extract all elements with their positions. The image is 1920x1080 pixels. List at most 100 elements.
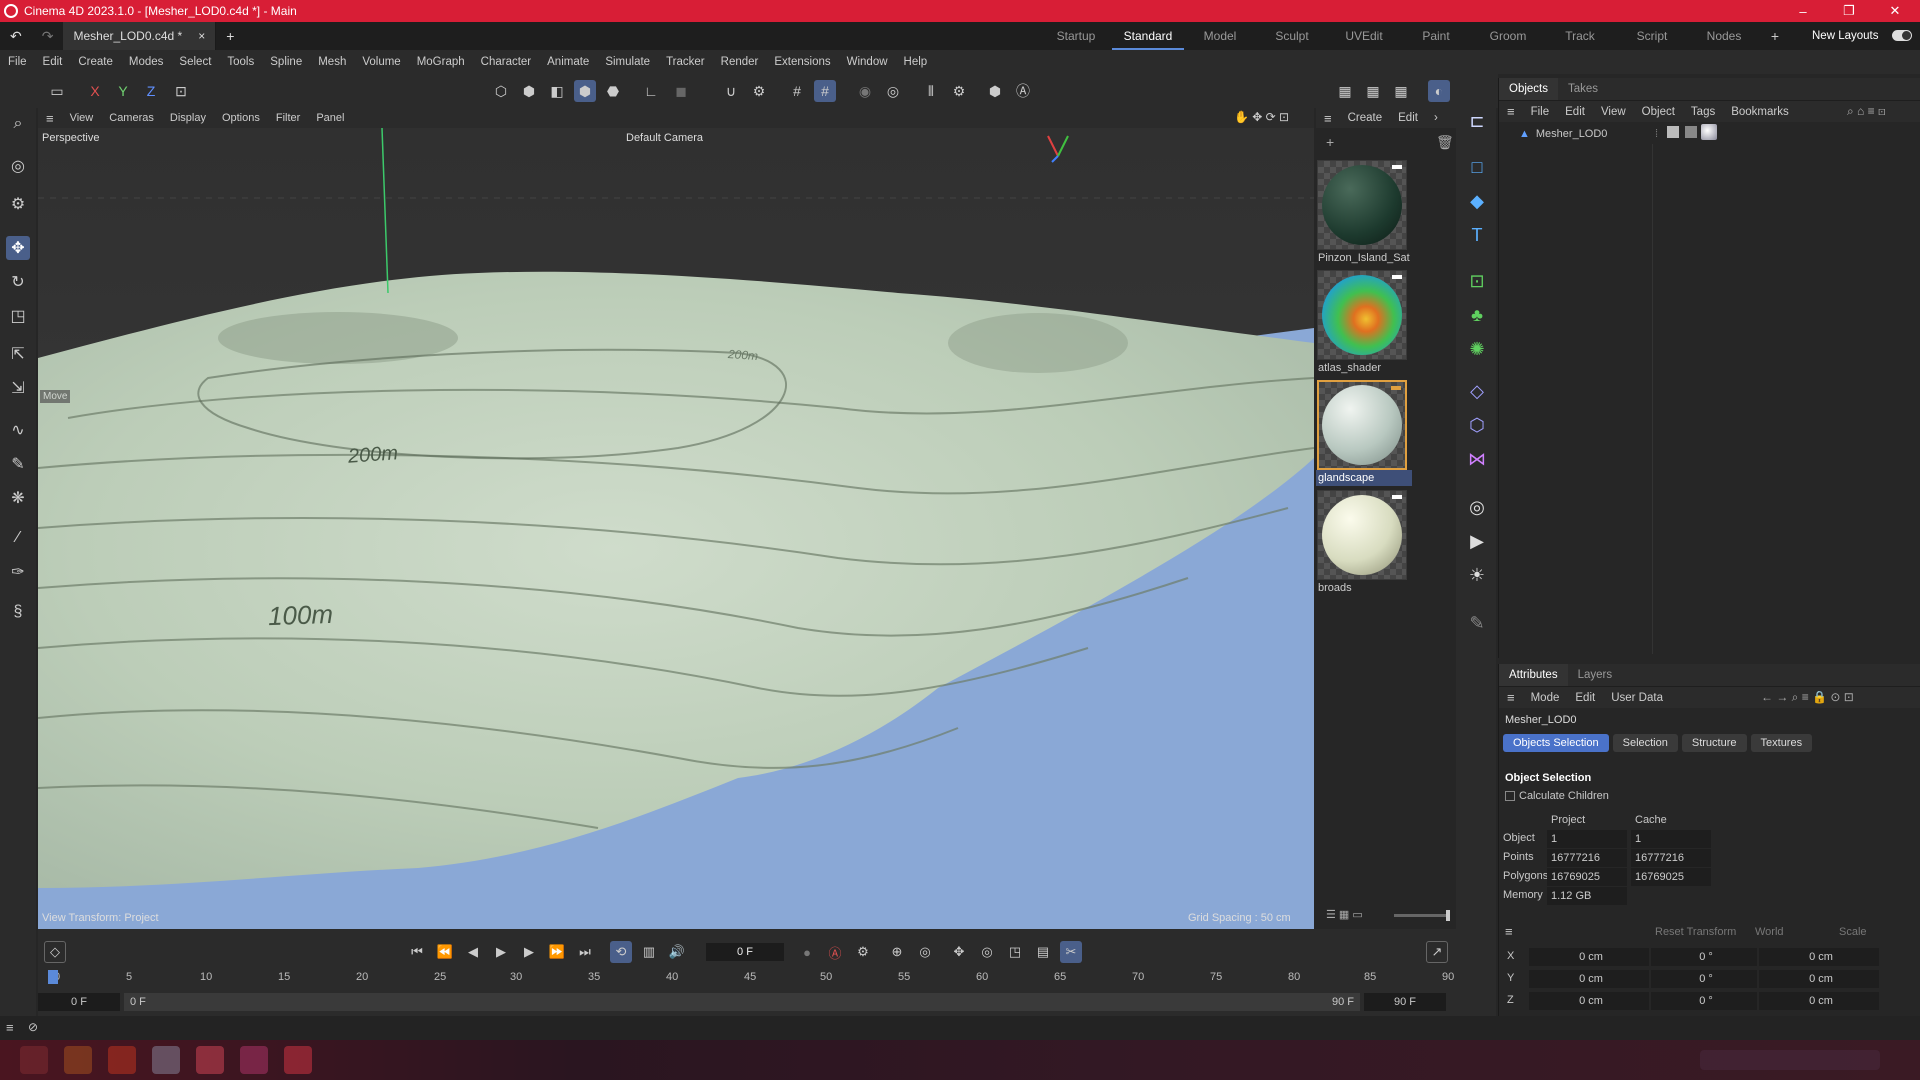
sound-icon[interactable]: 🔊: [666, 941, 688, 963]
attributes-menu-edit[interactable]: Edit: [1567, 692, 1603, 704]
objects-menu-bookmarks[interactable]: Bookmarks: [1723, 106, 1797, 118]
calculate-children-row[interactable]: Calculate Children: [1505, 790, 1609, 802]
tab-objects[interactable]: Objects: [1499, 78, 1558, 100]
coord-x-position[interactable]: 0 cm: [1529, 948, 1649, 966]
menu-simulate[interactable]: Simulate: [597, 56, 658, 68]
material-size-slider[interactable]: [1394, 910, 1450, 921]
selection-settings-icon[interactable]: ⚙: [6, 192, 30, 216]
snap-tool-icon[interactable]: ⇲: [6, 376, 30, 400]
layout-tab-uvedit[interactable]: UVEdit: [1328, 22, 1400, 50]
subtab-structure[interactable]: Structure: [1681, 734, 1747, 752]
autokey-icon[interactable]: Ⓐ: [824, 941, 846, 963]
live-selection-icon[interactable]: ◎: [6, 154, 30, 178]
viewport-nav-icons[interactable]: ✋ ✥ ⟳ ⊡: [1234, 110, 1289, 124]
polygons-mode-icon[interactable]: ◧: [546, 80, 568, 102]
search-icon[interactable]: ⌕: [6, 112, 30, 136]
record-icon[interactable]: ●: [796, 941, 818, 963]
coordinate-space-select[interactable]: World: [1755, 926, 1784, 938]
workplane-grid-icon[interactable]: #: [814, 80, 836, 102]
render-view-icon[interactable]: ▦: [1334, 80, 1356, 102]
edit-render-settings-icon[interactable]: ▦: [1390, 80, 1412, 102]
menu-modes[interactable]: Modes: [121, 56, 172, 68]
axis-mode-icon[interactable]: ∟: [640, 80, 662, 102]
cloner-icon-green[interactable]: ♣: [1464, 302, 1490, 328]
menu-render[interactable]: Render: [713, 56, 767, 68]
menu-character[interactable]: Character: [473, 56, 540, 68]
tab-layers[interactable]: Layers: [1568, 664, 1623, 686]
magnet-icon[interactable]: ∪: [720, 80, 742, 102]
objects-menu-file[interactable]: File: [1523, 106, 1558, 118]
material-hamburger-icon[interactable]: ≡: [1316, 111, 1340, 126]
menu-edit[interactable]: Edit: [35, 56, 71, 68]
taskbar-app-icon[interactable]: [152, 1046, 180, 1074]
cube-icon[interactable]: ◆: [1464, 188, 1490, 214]
next-frame-icon[interactable]: ▶: [518, 941, 540, 963]
model-mode-icon[interactable]: ⬢: [574, 80, 596, 102]
taskbar-app-icon[interactable]: [284, 1046, 312, 1074]
viewport-menu-panel[interactable]: Panel: [308, 112, 352, 124]
new-tab-button[interactable]: +: [216, 22, 244, 50]
play-icon[interactable]: ▶: [490, 941, 512, 963]
scale-mode-select[interactable]: Scale: [1839, 926, 1867, 938]
taskbar-app-icon[interactable]: [240, 1046, 268, 1074]
y-axis-button[interactable]: Y: [112, 80, 134, 102]
taskbar-tray[interactable]: [1700, 1050, 1880, 1070]
menu-tools[interactable]: Tools: [219, 56, 262, 68]
add-material-icon[interactable]: +: [1326, 134, 1334, 150]
solo-icon[interactable]: ◼: [670, 80, 692, 102]
current-frame-field[interactable]: 0 F: [706, 943, 784, 961]
subtab-textures[interactable]: Textures: [1750, 734, 1813, 752]
keyframe-icon[interactable]: ◇: [44, 941, 66, 963]
material-tag-icon[interactable]: [1701, 124, 1717, 140]
menu-tracker[interactable]: Tracker: [658, 56, 713, 68]
taskbar-app-icon[interactable]: [64, 1046, 92, 1074]
record-position-icon[interactable]: ⊕: [886, 941, 908, 963]
effector-icon[interactable]: ✺: [1464, 336, 1490, 362]
points-mode-icon[interactable]: ⬡: [490, 80, 512, 102]
delete-material-icon[interactable]: 🗑: [1436, 134, 1454, 151]
objects-menu-tags[interactable]: Tags: [1683, 106, 1723, 118]
spline-rectangle-icon[interactable]: □: [1464, 154, 1490, 180]
clapper-icon[interactable]: ▭: [46, 80, 68, 102]
material-menu-more-icon[interactable]: ›: [1426, 112, 1446, 124]
interpolation-icon[interactable]: ✂: [1060, 941, 1082, 963]
status-menu-icon[interactable]: ≡: [6, 1020, 14, 1035]
generator-icon[interactable]: ⊡: [1464, 268, 1490, 294]
menu-mesh[interactable]: Mesh: [310, 56, 354, 68]
uv-mode-icon[interactable]: ⬣: [602, 80, 624, 102]
record-rotation-icon[interactable]: ◎: [914, 941, 936, 963]
end-frame-field[interactable]: 90 F: [1364, 993, 1446, 1011]
edges-mode-icon[interactable]: ⬢: [518, 80, 540, 102]
viewport-hamburger-icon[interactable]: ≡: [38, 111, 62, 126]
deformer-icon[interactable]: ◇: [1464, 378, 1490, 404]
tab-attributes[interactable]: Attributes: [1499, 664, 1568, 686]
preview-range-bar[interactable]: 0 F 90 F: [124, 993, 1360, 1011]
point-level-icon[interactable]: ◳: [1004, 941, 1026, 963]
coord-z-scale[interactable]: 0 cm: [1759, 992, 1879, 1010]
subtab-objects-selection[interactable]: Objects Selection: [1503, 734, 1609, 752]
menu-mograph[interactable]: MoGraph: [409, 56, 473, 68]
material-atlas-shader[interactable]: atlas_shader: [1316, 270, 1412, 376]
menu-extensions[interactable]: Extensions: [766, 56, 838, 68]
menu-file[interactable]: File: [0, 56, 35, 68]
layout-tab-paint[interactable]: Paint: [1400, 22, 1472, 50]
layout-tab-startup[interactable]: Startup: [1040, 22, 1112, 50]
texture-tag-icon[interactable]: [1667, 126, 1679, 138]
menu-select[interactable]: Select: [171, 56, 219, 68]
menu-window[interactable]: Window: [839, 56, 896, 68]
material-broads[interactable]: broads: [1316, 490, 1412, 596]
objects-menu-object[interactable]: Object: [1634, 106, 1683, 118]
snap-settings-icon[interactable]: ⚙: [748, 80, 770, 102]
material-pinzon-island-sat[interactable]: Pinzon_Island_Sat: [1316, 160, 1412, 266]
menu-volume[interactable]: Volume: [354, 56, 408, 68]
layout-tab-script[interactable]: Script: [1616, 22, 1688, 50]
3d-viewport[interactable]: Perspective Default Camera Move 200m 100…: [38, 128, 1314, 929]
viewport-projection-label[interactable]: Perspective: [42, 132, 99, 144]
objects-hamburger-icon[interactable]: ≡: [1499, 104, 1523, 119]
x-axis-button[interactable]: X: [84, 80, 106, 102]
tab-takes[interactable]: Takes: [1558, 78, 1608, 100]
loop-icon[interactable]: ⟲: [610, 941, 632, 963]
edit-icon[interactable]: ✎: [1464, 610, 1490, 636]
move-tool-icon[interactable]: ✥: [6, 236, 30, 260]
symmetry-settings-icon[interactable]: ⚙: [948, 80, 970, 102]
